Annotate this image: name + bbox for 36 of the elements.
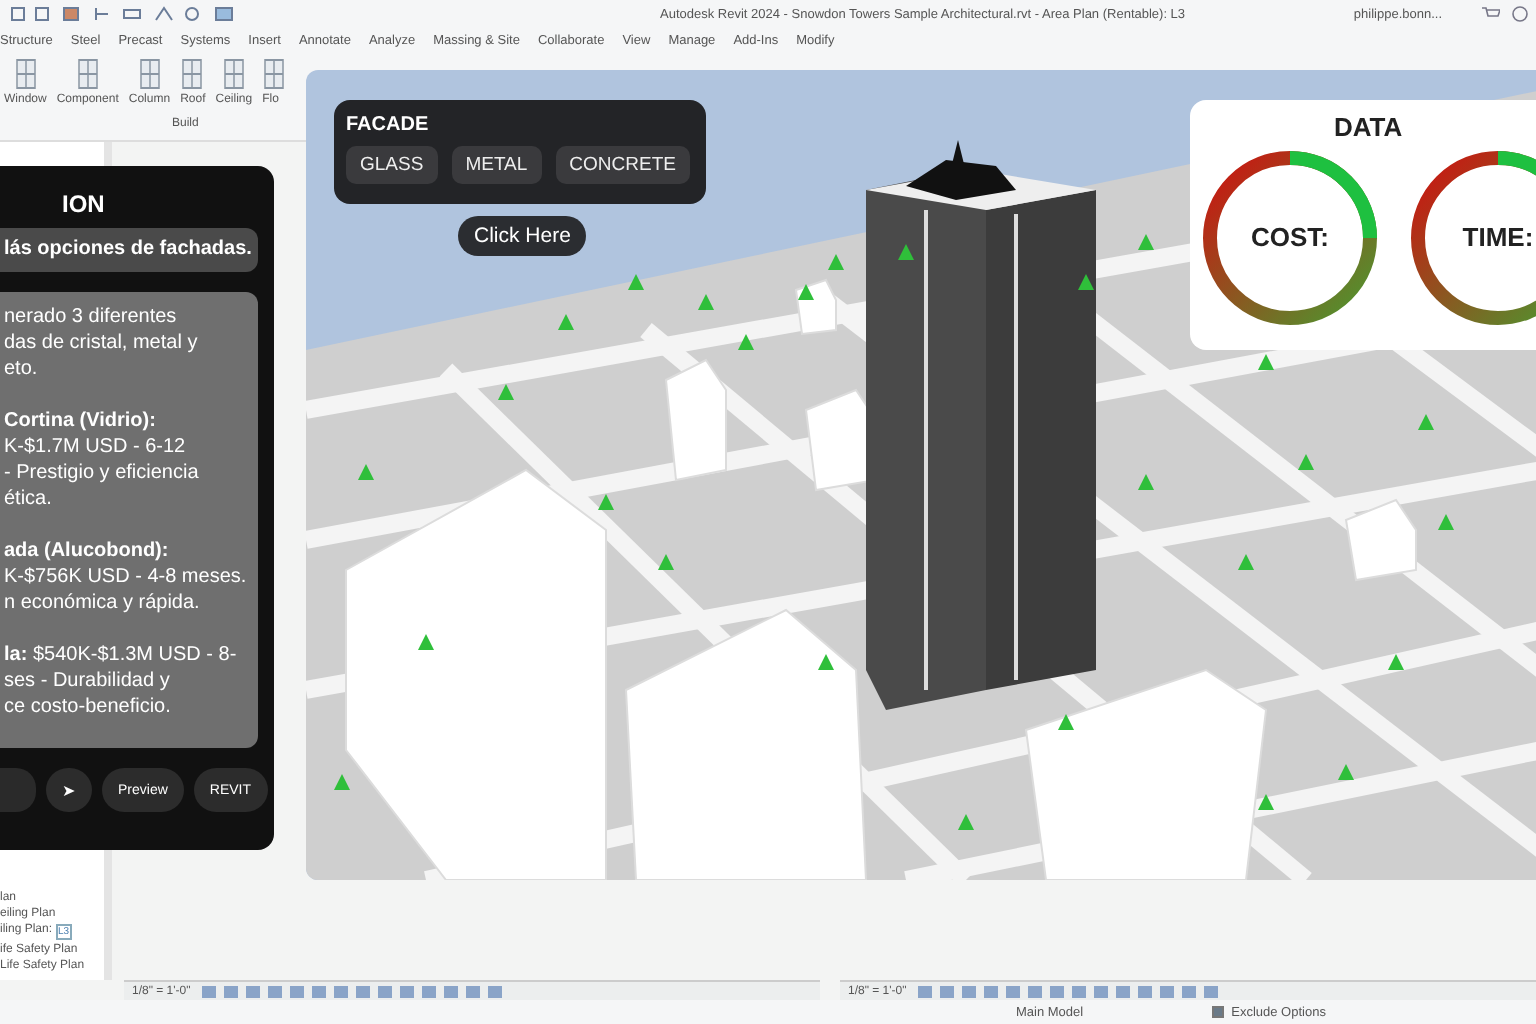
ribbon-tool-icon[interactable] <box>221 58 246 90</box>
ribbon-tool-icon[interactable] <box>13 58 38 90</box>
ribbon-tool-icon[interactable] <box>180 58 205 90</box>
message-line: Cortina (Vidrio): <box>4 408 158 434</box>
cart-icon[interactable] <box>1482 6 1500 22</box>
send-button[interactable]: ➤ <box>46 768 92 812</box>
gauge-label: COST: <box>1249 222 1331 252</box>
card-title: DATA <box>1332 112 1403 142</box>
facade-option-button[interactable]: GLASS <box>346 146 438 184</box>
message-line: K-$1.7M USD - 6-12 <box>4 434 188 460</box>
ribbon-tool-icon[interactable] <box>137 58 162 90</box>
exclude-options-checkbox[interactable] <box>1211 1006 1224 1018</box>
message-line: ética. <box>4 486 54 512</box>
message-line: la: $540K-$1.3M USD - 8- <box>4 642 239 668</box>
help-icon[interactable] <box>1512 6 1528 22</box>
message-line: K-$756K USD - 4-8 meses. <box>4 564 249 590</box>
click-here-button[interactable]: Click Here <box>458 216 587 256</box>
message-line: ses - Durabilidad y <box>4 668 172 694</box>
ribbon-tool-icon[interactable] <box>262 58 287 90</box>
message-line: das de cristal, metal y <box>4 330 200 356</box>
user-message: lás opciones de fachadas. <box>0 228 258 272</box>
message-line: n económica y rápida. <box>4 590 202 616</box>
view-controls-icons-drawing[interactable] <box>918 983 1219 999</box>
message-line: ada (Alucobond): <box>4 538 171 564</box>
view-controls-icons-drawing[interactable] <box>202 983 503 999</box>
gauge-label: TIME: <box>1460 222 1536 252</box>
message-line: eto. <box>4 356 40 382</box>
ribbon-tool-icon[interactable] <box>75 58 100 90</box>
message-input-field[interactable] <box>0 768 36 812</box>
chat-title: ION <box>62 190 107 218</box>
message-line: nerado 3 diferentes <box>4 304 179 330</box>
facade-option-button[interactable]: METAL <box>451 146 542 184</box>
panel-title: FACADE <box>346 114 431 136</box>
message-line: ce costo-beneficio. <box>4 694 173 720</box>
facade-option-button[interactable]: CONCRETE <box>555 146 690 184</box>
message-line: - Prestigio y eficiencia <box>4 460 201 486</box>
